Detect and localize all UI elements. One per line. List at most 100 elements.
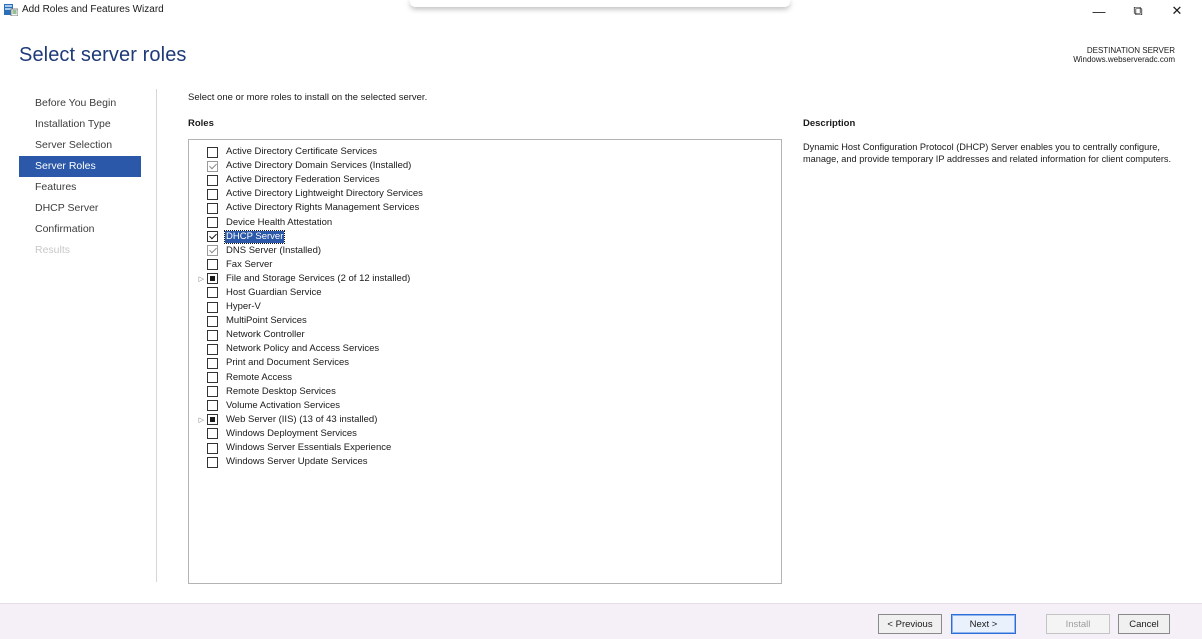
nav-item-server-selection[interactable]: Server Selection bbox=[19, 135, 141, 156]
nav-item-installation-type[interactable]: Installation Type bbox=[19, 114, 141, 135]
role-row[interactable]: ▷ File and Storage Services (2 of 12 inst… bbox=[189, 272, 424, 286]
role-checkbox[interactable] bbox=[207, 231, 218, 243]
role-label[interactable]: Windows Server Update Services bbox=[225, 456, 369, 468]
role-row[interactable]: Fax Server bbox=[189, 258, 424, 272]
role-checkbox[interactable] bbox=[207, 456, 218, 468]
role-checkbox[interactable] bbox=[207, 428, 218, 440]
role-label[interactable]: Host Guardian Service bbox=[225, 287, 323, 299]
nav-divider bbox=[156, 89, 157, 582]
role-checkbox[interactable] bbox=[207, 442, 218, 454]
role-checkbox[interactable] bbox=[207, 188, 218, 200]
destination-label: DESTINATION SERVER bbox=[1086, 46, 1175, 55]
roles-list-box[interactable]: Active Directory Certificate Services Act… bbox=[188, 139, 782, 584]
close-button[interactable]: ✕ bbox=[1160, 0, 1194, 22]
role-checkbox[interactable] bbox=[207, 217, 218, 229]
role-label[interactable]: Device Health Attestation bbox=[225, 217, 333, 229]
nav-item-confirmation[interactable]: Confirmation bbox=[19, 219, 141, 240]
role-row[interactable]: Active Directory Certificate Services bbox=[189, 145, 424, 159]
role-checkbox[interactable] bbox=[207, 273, 218, 285]
role-checkbox[interactable] bbox=[207, 202, 218, 214]
role-row[interactable]: Remote Desktop Services bbox=[189, 385, 424, 399]
role-label[interactable]: Active Directory Rights Management Servi… bbox=[225, 202, 420, 214]
role-row[interactable]: Windows Server Update Services bbox=[189, 455, 424, 469]
role-label[interactable]: Active Directory Domain Services (Instal… bbox=[225, 160, 412, 172]
minimize-button[interactable]: — bbox=[1082, 0, 1116, 22]
role-row[interactable]: Remote Access bbox=[189, 371, 424, 385]
role-row[interactable]: Print and Document Services bbox=[189, 356, 424, 370]
nav-item-before-you-begin[interactable]: Before You Begin bbox=[19, 93, 141, 114]
role-label[interactable]: Windows Server Essentials Experience bbox=[225, 442, 392, 454]
role-row[interactable]: Windows Deployment Services bbox=[189, 427, 424, 441]
role-label[interactable]: Active Directory Lightweight Directory S… bbox=[225, 188, 424, 200]
role-checkbox[interactable] bbox=[207, 287, 218, 299]
role-checkbox[interactable] bbox=[207, 329, 218, 341]
server-manager-icon bbox=[4, 4, 18, 16]
role-row[interactable]: Device Health Attestation bbox=[189, 215, 424, 229]
role-row[interactable]: MultiPoint Services bbox=[189, 314, 424, 328]
role-label[interactable]: Print and Document Services bbox=[225, 357, 350, 369]
role-label[interactable]: Windows Deployment Services bbox=[225, 428, 358, 440]
role-label[interactable]: DNS Server (Installed) bbox=[225, 245, 322, 257]
window-title: Add Roles and Features Wizard bbox=[22, 4, 164, 15]
role-label[interactable]: Active Directory Federation Services bbox=[225, 174, 381, 186]
role-row[interactable]: DNS Server (Installed) bbox=[189, 244, 424, 258]
role-label[interactable]: Network Controller bbox=[225, 329, 306, 341]
role-row[interactable]: Hyper-V bbox=[189, 300, 424, 314]
nav-item-results: Results bbox=[35, 244, 71, 256]
role-label[interactable]: Active Directory Certificate Services bbox=[225, 146, 378, 158]
cancel-button[interactable]: Cancel bbox=[1118, 614, 1170, 634]
role-row[interactable]: ▷ Web Server (IIS) (13 of 43 installed) bbox=[189, 413, 424, 427]
role-row[interactable]: Active Directory Domain Services (Instal… bbox=[189, 159, 424, 173]
minimize-icon: — bbox=[1092, 3, 1106, 19]
role-label[interactable]: DHCP Server bbox=[223, 229, 286, 244]
role-checkbox[interactable] bbox=[207, 343, 218, 355]
nav-item-server-roles[interactable]: Server Roles bbox=[19, 156, 141, 177]
role-checkbox[interactable] bbox=[207, 174, 218, 186]
role-label[interactable]: Remote Desktop Services bbox=[225, 386, 337, 398]
next-button[interactable]: Next > bbox=[951, 614, 1016, 634]
previous-button[interactable]: < Previous bbox=[878, 614, 942, 634]
role-label[interactable]: Volume Activation Services bbox=[225, 400, 341, 412]
role-label[interactable]: Web Server (IIS) (13 of 43 installed) bbox=[225, 414, 378, 426]
role-checkbox[interactable] bbox=[207, 414, 218, 426]
role-row[interactable]: Active Directory Lightweight Directory S… bbox=[189, 187, 424, 201]
role-row[interactable]: DHCP Server bbox=[189, 229, 424, 244]
nav-item-features[interactable]: Features bbox=[19, 177, 141, 198]
role-label[interactable]: File and Storage Services (2 of 12 insta… bbox=[225, 273, 411, 285]
wizard-step-nav: Before You Begin Installation Type Server … bbox=[19, 93, 141, 261]
restore-button[interactable]: ⧉ bbox=[1121, 0, 1155, 22]
role-checkbox[interactable] bbox=[207, 357, 218, 369]
install-button[interactable]: Install bbox=[1046, 614, 1110, 634]
nav-item-dhcp-server[interactable]: DHCP Server bbox=[19, 198, 141, 219]
role-row[interactable]: Windows Server Essentials Experience bbox=[189, 441, 424, 455]
expand-arrow-icon[interactable]: ▷ bbox=[189, 413, 206, 427]
role-label[interactable]: MultiPoint Services bbox=[225, 315, 308, 327]
role-row[interactable]: Network Policy and Access Services bbox=[189, 342, 424, 356]
role-row[interactable]: Volume Activation Services bbox=[189, 399, 424, 413]
role-checkbox[interactable] bbox=[207, 146, 218, 158]
role-label[interactable]: Remote Access bbox=[225, 372, 293, 384]
description-heading: Description bbox=[803, 118, 856, 129]
role-checkbox[interactable] bbox=[207, 315, 218, 327]
role-row[interactable]: Active Directory Federation Services bbox=[189, 173, 424, 187]
role-checkbox[interactable] bbox=[207, 301, 218, 313]
role-checkbox[interactable] bbox=[207, 386, 218, 398]
title-bar: Add Roles and Features Wizard — ⧉ ✕ bbox=[0, 0, 1202, 22]
role-checkbox[interactable] bbox=[207, 372, 218, 384]
role-checkbox[interactable] bbox=[207, 400, 218, 412]
role-label[interactable]: Fax Server bbox=[225, 259, 273, 271]
role-row[interactable]: Host Guardian Service bbox=[189, 286, 424, 300]
role-label[interactable]: Hyper-V bbox=[225, 301, 262, 313]
role-checkbox[interactable] bbox=[207, 259, 218, 271]
role-row[interactable]: Network Controller bbox=[189, 328, 424, 342]
role-label[interactable]: Network Policy and Access Services bbox=[225, 343, 380, 355]
role-row[interactable]: Active Directory Rights Management Servi… bbox=[189, 201, 424, 215]
expand-arrow-icon[interactable]: ▷ bbox=[189, 272, 206, 286]
